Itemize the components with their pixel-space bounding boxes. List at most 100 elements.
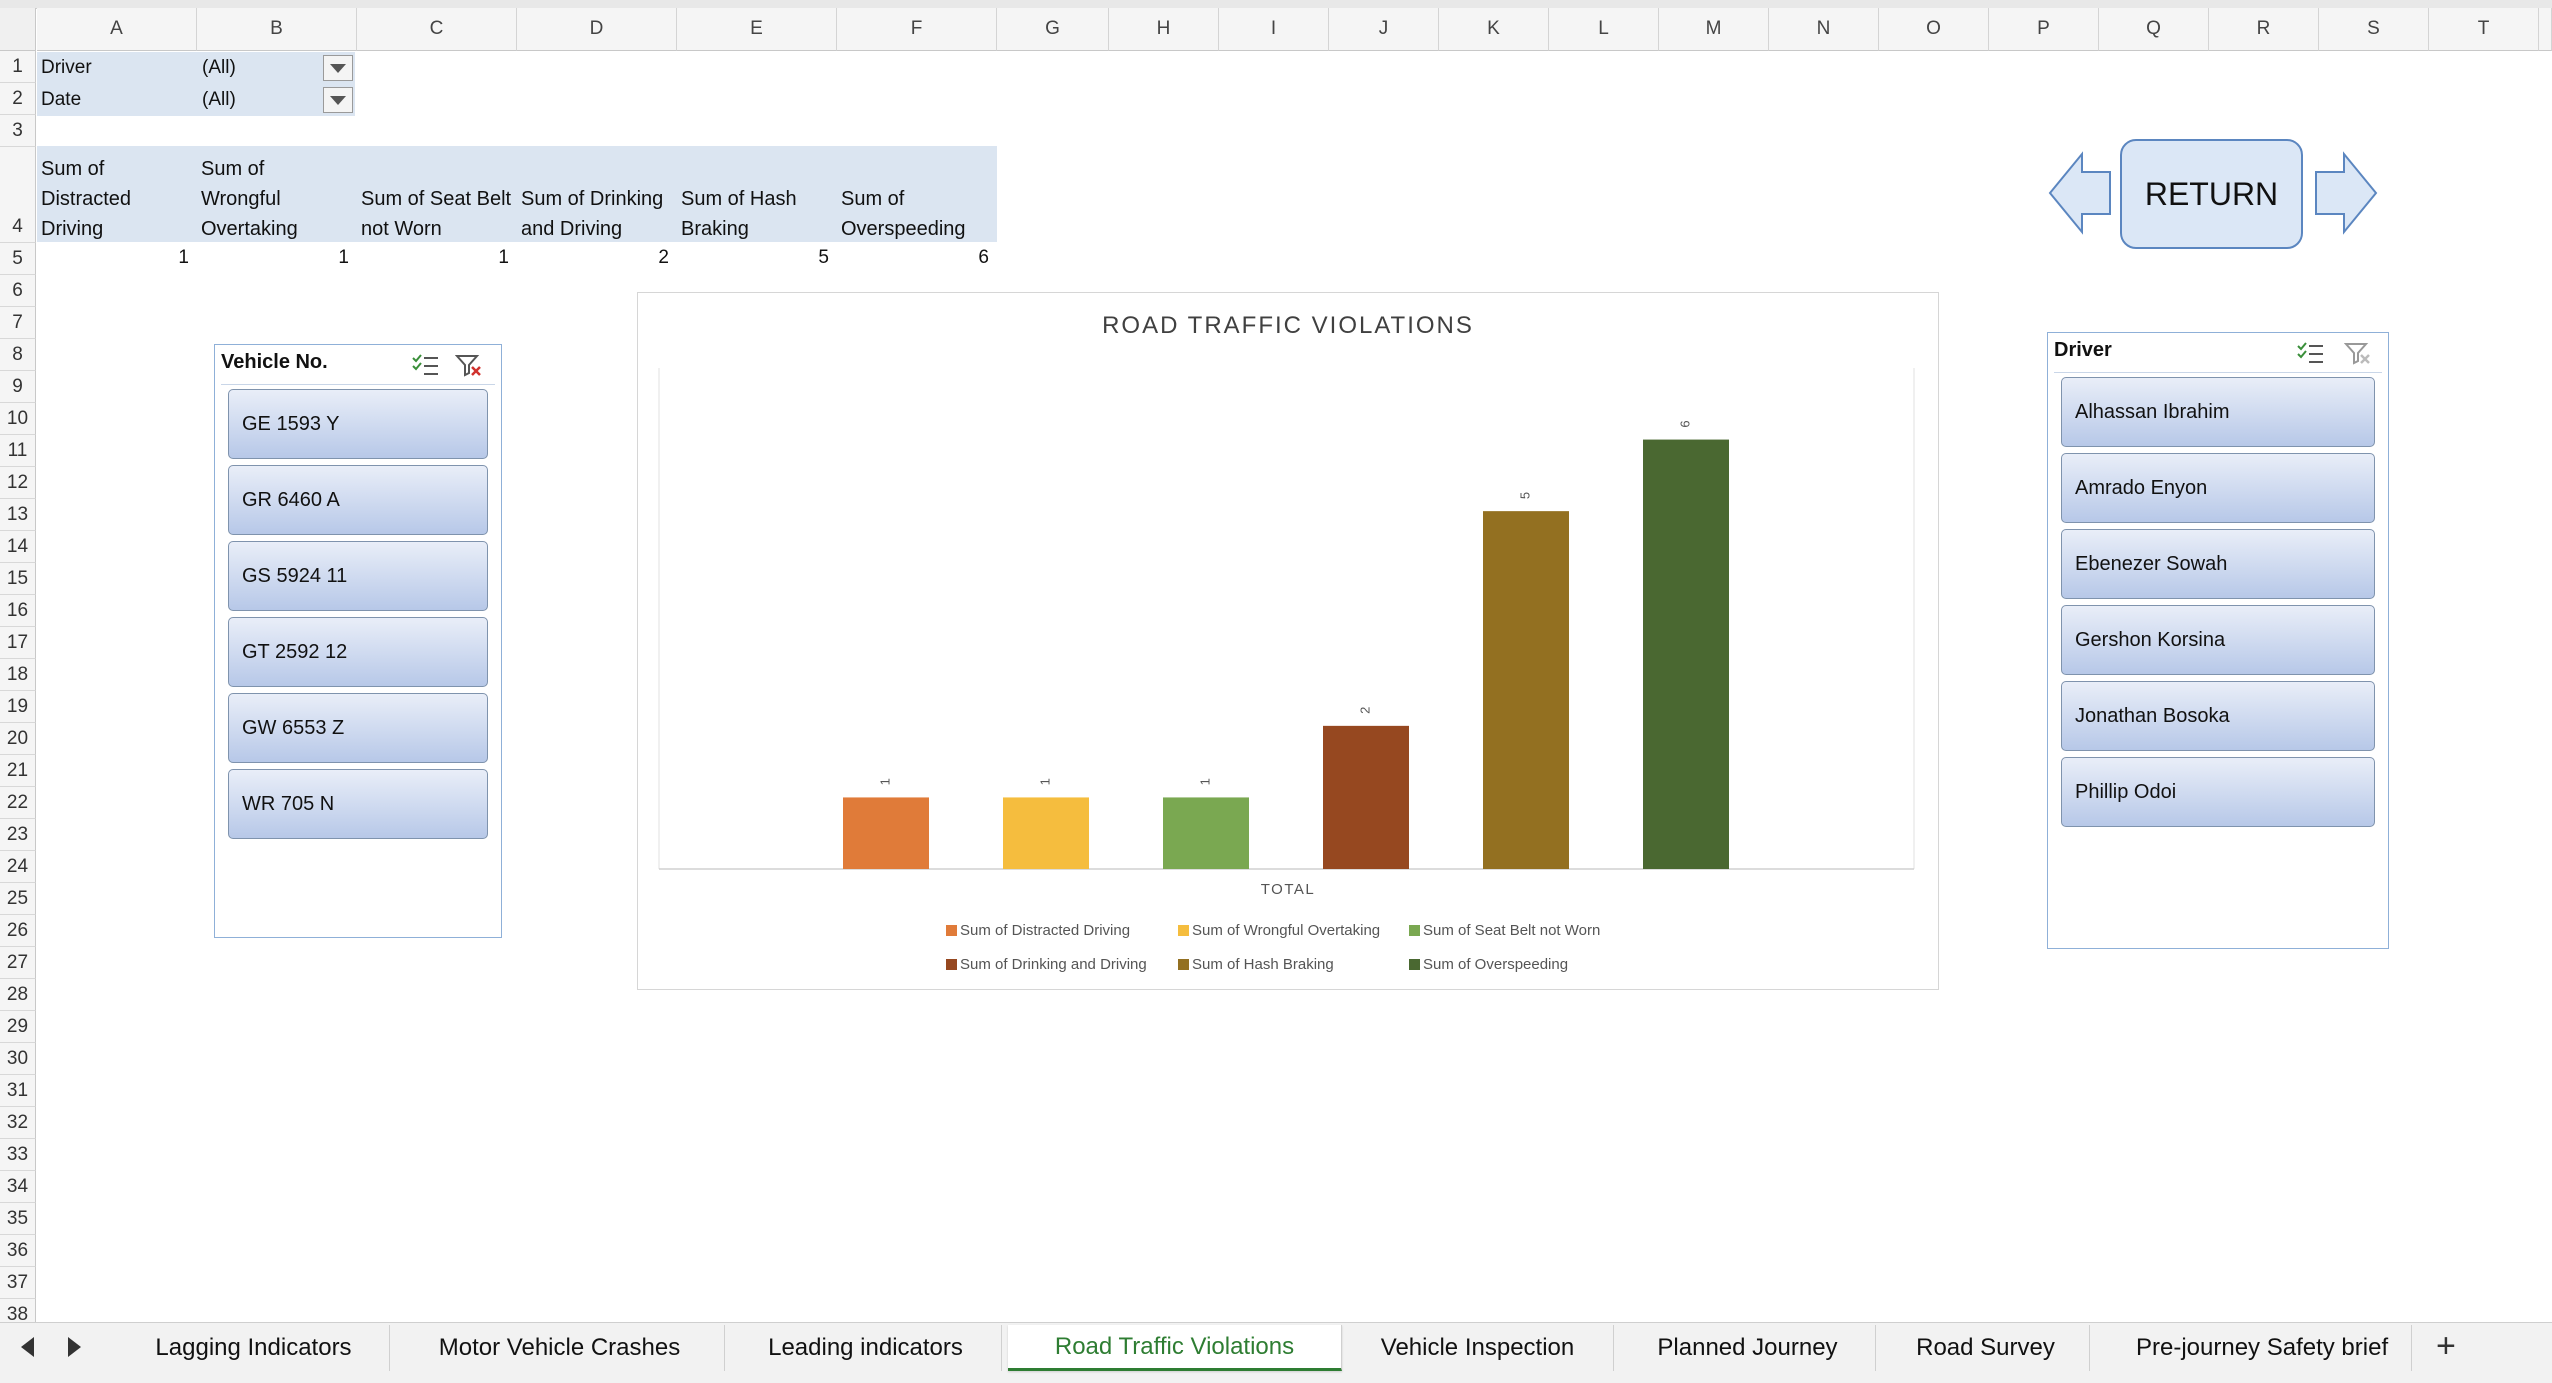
column-header-h[interactable]: H: [1109, 8, 1219, 51]
row-header-10[interactable]: 10: [0, 403, 36, 435]
row-header-4[interactable]: 4: [0, 147, 36, 243]
row-header-16[interactable]: 16: [0, 595, 36, 627]
column-header-d[interactable]: D: [517, 8, 677, 51]
driver-slicer-item[interactable]: Alhassan Ibrahim: [2061, 377, 2375, 447]
triangle-right-icon[interactable]: [2312, 150, 2380, 236]
next-sheet-icon[interactable]: [66, 1335, 84, 1359]
legend-entry[interactable]: Sum of Drinking and Driving: [960, 956, 1147, 973]
legend-entry[interactable]: Sum of Overspeeding: [1423, 956, 1568, 973]
legend-entry[interactable]: Sum of Distracted Driving: [960, 922, 1130, 939]
column-header-q[interactable]: Q: [2099, 8, 2209, 51]
road-traffic-violations-chart[interactable]: ROAD TRAFFIC VIOLATIONS 1 1 1 2 5 6 TOTAL Sum…: [637, 292, 1939, 990]
sheet-tab-3[interactable]: Leading indicators: [730, 1325, 1002, 1371]
bar-4[interactable]: [1323, 725, 1409, 869]
bar-2[interactable]: [1003, 797, 1089, 869]
column-header-i[interactable]: I: [1219, 8, 1329, 51]
row-header-22[interactable]: 22: [0, 787, 36, 819]
row-header-24[interactable]: 24: [0, 851, 36, 883]
clear-filter-icon[interactable]: [2344, 341, 2372, 365]
sheet-tab-8[interactable]: Pre-journey Safety brief: [2096, 1325, 2412, 1371]
row-header-17[interactable]: 17: [0, 627, 36, 659]
sheet-tab-4[interactable]: Road Traffic Violations: [1008, 1325, 1342, 1371]
column-header-l[interactable]: L: [1549, 8, 1659, 51]
row-header-19[interactable]: 19: [0, 691, 36, 723]
row-header-32[interactable]: 32: [0, 1107, 36, 1139]
row-header-7[interactable]: 7: [0, 307, 36, 339]
row-header-14[interactable]: 14: [0, 531, 36, 563]
row-header-20[interactable]: 20: [0, 723, 36, 755]
pivot-value-2[interactable]: 1: [309, 247, 349, 269]
legend-entry[interactable]: Sum of Hash Braking: [1192, 956, 1334, 973]
column-header-t[interactable]: T: [2429, 8, 2539, 51]
pivot-value-3[interactable]: 1: [469, 247, 509, 269]
row-header-37[interactable]: 37: [0, 1267, 36, 1299]
legend-entry[interactable]: Sum of Wrongful Overtaking: [1192, 922, 1380, 939]
sheet-tab-1[interactable]: Lagging Indicators: [118, 1325, 390, 1371]
row-header-18[interactable]: 18: [0, 659, 36, 691]
sheet-tab-7[interactable]: Road Survey: [1882, 1325, 2090, 1371]
pivot-value-4[interactable]: 2: [629, 247, 669, 269]
prev-sheet-icon[interactable]: [18, 1335, 36, 1359]
vehicle-slicer-item[interactable]: GR 6460 A: [228, 465, 488, 535]
column-header-c[interactable]: C: [357, 8, 517, 51]
driver-slicer[interactable]: Driver Alhassan Ibrahim Amrado Enyon Ebene…: [2047, 332, 2389, 949]
column-header-m[interactable]: M: [1659, 8, 1769, 51]
driver-slicer-item[interactable]: Ebenezer Sowah: [2061, 529, 2375, 599]
column-header-r[interactable]: R: [2209, 8, 2319, 51]
sheet-tab-2[interactable]: Motor Vehicle Crashes: [395, 1325, 725, 1371]
driver-slicer-item[interactable]: Gershon Korsina: [2061, 605, 2375, 675]
vehicle-slicer-item[interactable]: GT 2592 12: [228, 617, 488, 687]
row-header-13[interactable]: 13: [0, 499, 36, 531]
triangle-left-icon[interactable]: [2046, 150, 2114, 236]
multi-select-icon[interactable]: [2296, 341, 2324, 365]
spreadsheet[interactable]: ABCDEFGHIJKLMNOPQRST 1 2 3 4 5 6 7 8 9 10 11 12 13 14…: [0, 0, 2552, 1382]
row-header-35[interactable]: 35: [0, 1203, 36, 1235]
column-header-s[interactable]: S: [2319, 8, 2429, 51]
row-header-33[interactable]: 33: [0, 1139, 36, 1171]
column-header-n[interactable]: N: [1769, 8, 1879, 51]
filter-value-date[interactable]: (All): [202, 89, 236, 111]
row-header-3[interactable]: 3: [0, 115, 36, 147]
row-header-30[interactable]: 30: [0, 1043, 36, 1075]
column-header-k[interactable]: K: [1439, 8, 1549, 51]
driver-slicer-item[interactable]: Amrado Enyon: [2061, 453, 2375, 523]
vehicle-slicer-item[interactable]: GS 5924 11: [228, 541, 488, 611]
driver-slicer-item[interactable]: Phillip Odoi: [2061, 757, 2375, 827]
row-header-31[interactable]: 31: [0, 1075, 36, 1107]
pivot-value-6[interactable]: 6: [949, 247, 989, 269]
sheet-tab-6[interactable]: Planned Journey: [1620, 1325, 1876, 1371]
driver-slicer-item[interactable]: Jonathan Bosoka: [2061, 681, 2375, 751]
clear-filter-icon[interactable]: [455, 353, 483, 377]
pivot-value-5[interactable]: 5: [789, 247, 829, 269]
date-filter-dropdown[interactable]: [323, 87, 353, 113]
bar-3[interactable]: [1163, 797, 1249, 869]
column-header-b[interactable]: B: [197, 8, 357, 51]
column-header-e[interactable]: E: [677, 8, 837, 51]
bar-1[interactable]: [843, 797, 929, 869]
multi-select-icon[interactable]: [411, 353, 439, 377]
legend-entry[interactable]: Sum of Seat Belt not Worn: [1423, 922, 1600, 939]
add-sheet-button[interactable]: +: [2436, 1327, 2456, 1366]
row-header-5[interactable]: 5: [0, 243, 36, 275]
vehicle-slicer-item[interactable]: GE 1593 Y: [228, 389, 488, 459]
sheet-tab-5[interactable]: Vehicle Inspection: [1342, 1325, 1614, 1371]
bar-5[interactable]: [1483, 511, 1569, 869]
pivot-value-1[interactable]: 1: [149, 247, 189, 269]
bar-6[interactable]: [1643, 439, 1729, 869]
row-header-12[interactable]: 12: [0, 467, 36, 499]
column-header-f[interactable]: F: [837, 8, 997, 51]
row-header-28[interactable]: 28: [0, 979, 36, 1011]
filter-value-driver[interactable]: (All): [202, 57, 236, 79]
return-button[interactable]: RETURN: [2120, 139, 2303, 249]
row-header-29[interactable]: 29: [0, 1011, 36, 1043]
column-header-o[interactable]: O: [1879, 8, 1989, 51]
row-header-8[interactable]: 8: [0, 339, 36, 371]
column-header-g[interactable]: G: [997, 8, 1109, 51]
row-header-15[interactable]: 15: [0, 563, 36, 595]
vehicle-slicer[interactable]: Vehicle No. GE 1593 Y GR 6460 A GS 5924 11…: [214, 344, 502, 938]
row-header-11[interactable]: 11: [0, 435, 36, 467]
row-header-27[interactable]: 27: [0, 947, 36, 979]
row-header-1[interactable]: 1: [0, 51, 36, 83]
row-header-23[interactable]: 23: [0, 819, 36, 851]
vehicle-slicer-item[interactable]: WR 705 N: [228, 769, 488, 839]
